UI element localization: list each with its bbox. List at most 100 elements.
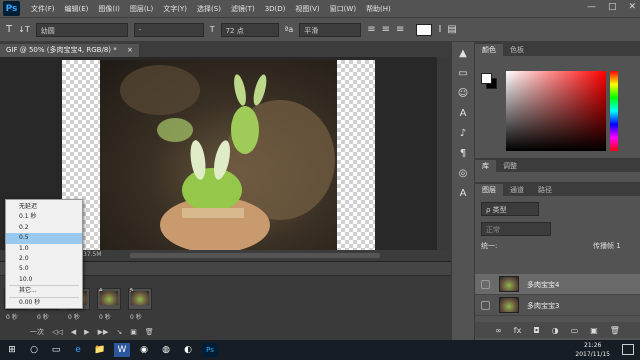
notification-icon[interactable]: [622, 344, 634, 355]
foreground-color-swatch[interactable]: [481, 73, 492, 84]
antialias-select[interactable]: 平滑: [299, 22, 362, 37]
previous-frame-button[interactable]: ◀: [71, 328, 76, 336]
delay-option[interactable]: 1.0: [6, 244, 82, 254]
tool-adjust-icon[interactable]: ☺: [455, 86, 471, 102]
explorer-icon[interactable]: 📁: [92, 343, 108, 357]
photoshop-taskbar-icon[interactable]: Ps: [202, 343, 218, 357]
tab-library[interactable]: 库: [475, 160, 496, 172]
tab-paths[interactable]: 路径: [531, 184, 559, 196]
maximize-button[interactable]: □: [608, 2, 617, 12]
play-button[interactable]: ▶: [84, 328, 89, 336]
align-right-icon[interactable]: ≡: [396, 24, 404, 35]
frame-thumbnail: [131, 291, 149, 305]
tool-paragraph-icon[interactable]: ¶: [455, 146, 471, 162]
align-left-icon[interactable]: ≡: [367, 24, 375, 35]
layer-row[interactable]: 多肉宝宝3: [475, 295, 640, 316]
loop-select[interactable]: 一次: [30, 327, 44, 337]
word-icon[interactable]: W: [114, 343, 130, 357]
duplicate-frame-button[interactable]: ▣: [130, 328, 137, 336]
windows-taskbar: ⊞ ○ ▭ e 📁 W ◉ ◍ ◐ Ps 21:26 2017/11/15: [0, 340, 640, 360]
cortana-icon[interactable]: ○: [26, 343, 42, 357]
hue-slider[interactable]: [610, 71, 618, 151]
layer-mask-icon[interactable]: ◘: [533, 326, 539, 335]
align-center-icon[interactable]: ≡: [382, 24, 390, 35]
frame-delay[interactable]: 0 秒: [37, 312, 49, 321]
text-color-swatch[interactable]: [416, 23, 433, 36]
warp-text-icon[interactable]: Ⅰ: [438, 24, 441, 35]
delay-option[interactable]: 0.2: [6, 223, 82, 233]
delay-option[interactable]: 2.0: [6, 254, 82, 264]
app-icon[interactable]: ◉: [136, 343, 152, 357]
delay-option[interactable]: 10.0: [6, 275, 82, 285]
menu-file[interactable]: 文件(F): [26, 4, 60, 14]
delay-option[interactable]: 5.0: [6, 264, 82, 274]
tab-adjustments[interactable]: 调整: [496, 160, 524, 172]
menu-type[interactable]: 文字(Y): [158, 4, 192, 14]
font-style-select[interactable]: -: [133, 22, 204, 37]
menu-image[interactable]: 图像(I): [93, 4, 125, 14]
adjustment-layer-icon[interactable]: ◑: [552, 326, 559, 335]
tween-button[interactable]: ↘: [116, 328, 122, 336]
font-family-select[interactable]: 幼圆: [35, 22, 128, 37]
close-window-button[interactable]: ✕: [628, 2, 636, 12]
tool-character-icon[interactable]: A: [455, 106, 471, 122]
delay-option-other[interactable]: 其它...: [6, 286, 82, 296]
tool-info-icon[interactable]: ◎: [455, 166, 471, 182]
menu-3d[interactable]: 3D(D): [260, 5, 291, 13]
clock[interactable]: 21:26 2017/11/15: [575, 341, 610, 359]
tool-glyph-icon[interactable]: A: [455, 186, 471, 202]
layer-style-icon[interactable]: fx: [514, 326, 522, 335]
horizontal-scrollbar[interactable]: [130, 253, 380, 258]
next-frame-button[interactable]: ▶▶: [98, 328, 109, 336]
frame-delay[interactable]: 0 秒: [99, 312, 111, 321]
layer-row[interactable]: 多肉宝宝4: [475, 274, 640, 295]
minimize-button[interactable]: —: [587, 2, 596, 12]
type-tool-icon[interactable]: T: [6, 24, 12, 35]
tool-properties-icon[interactable]: ▭: [455, 66, 471, 82]
tool-style-icon[interactable]: ♪: [455, 126, 471, 142]
toggle-orientation-icon[interactable]: ↓T: [18, 25, 30, 34]
delay-option-selected[interactable]: 0.5: [6, 233, 82, 244]
frame-delay[interactable]: 0 秒: [130, 312, 142, 321]
app-icon[interactable]: ◍: [158, 343, 174, 357]
blend-mode-select[interactable]: 正常: [481, 222, 551, 236]
layer-filter-select[interactable]: ρ 类型: [481, 202, 539, 216]
font-size-select[interactable]: 72 点: [220, 22, 279, 37]
tool-history-icon[interactable]: ▲: [455, 46, 471, 62]
timeline-frame[interactable]: 4: [97, 288, 121, 310]
new-group-icon[interactable]: ▭: [571, 326, 579, 335]
propagate-frame-checkbox[interactable]: 传播帧 1: [593, 241, 621, 251]
edge-icon[interactable]: e: [70, 343, 86, 357]
frame-delay[interactable]: 0 秒: [6, 312, 18, 321]
document-tab[interactable]: GIF @ 50% (多肉宝宝4, RGB/8) * ×: [0, 44, 139, 57]
delete-frame-button[interactable]: 🗑: [145, 328, 154, 336]
character-panel-icon[interactable]: ▤: [447, 24, 456, 35]
new-layer-icon[interactable]: ▣: [590, 326, 598, 335]
menu-filter[interactable]: 滤镜(T): [226, 4, 260, 14]
tab-color[interactable]: 颜色: [475, 44, 503, 56]
tab-swatches[interactable]: 色板: [503, 44, 531, 56]
start-icon[interactable]: ⊞: [4, 343, 20, 357]
menu-select[interactable]: 选择(S): [192, 4, 226, 14]
first-frame-button[interactable]: ◁◁: [52, 328, 63, 336]
close-tab-icon[interactable]: ×: [127, 46, 133, 54]
tab-channels[interactable]: 通道: [503, 184, 531, 196]
delay-option[interactable]: 无延迟: [6, 202, 82, 212]
delay-option[interactable]: 0.1 秒: [6, 212, 82, 222]
task-view-icon[interactable]: ▭: [48, 343, 64, 357]
menu-layer[interactable]: 图层(L): [125, 4, 158, 14]
frame-delay[interactable]: 0 秒: [68, 312, 80, 321]
timeline-frame[interactable]: 5: [128, 288, 152, 310]
link-layers-icon[interactable]: ∞: [495, 326, 502, 335]
menu-help[interactable]: 帮助(H): [361, 4, 396, 14]
menu-edit[interactable]: 编辑(E): [60, 4, 94, 14]
delete-layer-icon[interactable]: 🗑: [610, 326, 620, 335]
visibility-icon[interactable]: [481, 280, 490, 289]
visibility-icon[interactable]: [481, 301, 490, 310]
menu-view[interactable]: 视图(V): [290, 4, 324, 14]
vertical-scrollbar[interactable]: [437, 57, 451, 250]
tab-layers[interactable]: 图层: [475, 184, 503, 196]
app-icon[interactable]: ◐: [180, 343, 196, 357]
menu-window[interactable]: 窗口(W): [325, 4, 361, 14]
color-picker-field[interactable]: [506, 71, 606, 151]
